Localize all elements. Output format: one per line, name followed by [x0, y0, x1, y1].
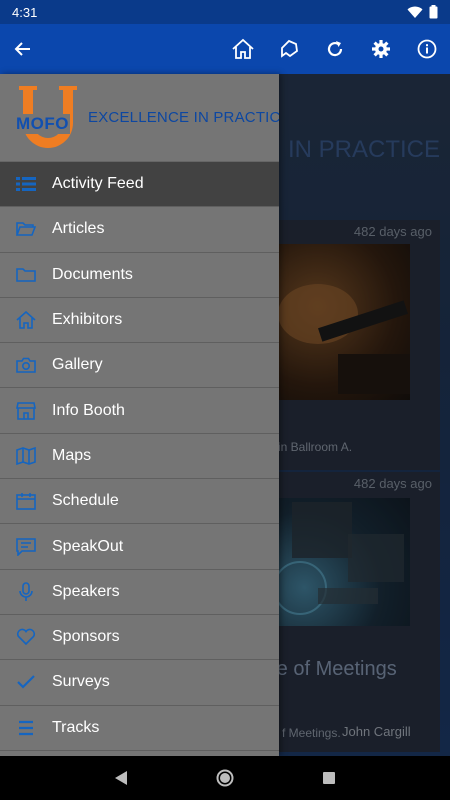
activity-feed-icon [16, 174, 36, 194]
settings-icon [372, 40, 390, 58]
drawer-item-surveys[interactable]: Surveys [0, 660, 279, 706]
drawer-item-label: Speakers [52, 582, 120, 600]
refresh-icon [327, 41, 343, 57]
navigation-drawer: MOFO EXCELLENCE IN PRACTICE Activity Fee… [0, 74, 279, 756]
status-time: 4:31 [12, 4, 38, 20]
drawer-item-gallery[interactable]: Gallery [0, 343, 279, 389]
app-bar [0, 24, 450, 74]
drawer-item-maps[interactable]: Maps [0, 434, 279, 480]
back-arrow-icon [14, 42, 30, 56]
map-icon [16, 446, 36, 466]
drawer-item-label: Maps [52, 446, 92, 464]
drawer-header: MOFO EXCELLENCE IN PRACTICE [0, 74, 279, 162]
drawer-item-label: SpeakOut [52, 537, 124, 555]
drawer-item-sponsors[interactable]: Sponsors [0, 615, 279, 661]
drawer-item-info-booth[interactable]: Info Booth [0, 388, 279, 434]
drawer-item-schedule[interactable]: Schedule [0, 479, 279, 525]
storefront-icon [16, 401, 36, 421]
status-bar: 4:31 [0, 0, 450, 24]
drawer-item-activity-feed[interactable]: Activity Feed [0, 162, 279, 208]
microphone-icon [16, 582, 36, 602]
nav-home-icon[interactable] [216, 769, 234, 787]
heart-icon [16, 627, 36, 647]
drawer-item-label: Info Booth [52, 401, 125, 419]
bookmark-icon [281, 39, 298, 58]
drawer-item-label: Articles [52, 220, 105, 238]
drawer-item-label: Gallery [52, 356, 103, 374]
nav-recents-icon[interactable] [322, 771, 336, 785]
bookmark-button[interactable] [266, 24, 312, 74]
info-button[interactable] [404, 24, 450, 74]
battery-icon [429, 5, 438, 19]
refresh-button[interactable] [312, 24, 358, 74]
home-icon [16, 310, 36, 330]
drawer-item-speakout[interactable]: SpeakOut [0, 524, 279, 570]
drawer-item-label: Tracks [52, 718, 100, 736]
drawer-item-speakers[interactable]: Speakers [0, 570, 279, 615]
logo: MOFO [15, 83, 80, 153]
list-icon [16, 718, 36, 738]
chat-icon [16, 537, 36, 557]
check-icon [16, 672, 36, 692]
drawer-item-label: Schedule [52, 492, 119, 510]
logo-mark-text: MOFO [15, 113, 70, 134]
drawer-item-label: Activity Feed [52, 175, 144, 193]
folder-open-icon [16, 219, 36, 239]
logo-tagline: EXCELLENCE IN PRACTICE [88, 109, 279, 126]
camera-icon [16, 355, 36, 375]
calendar-icon [16, 491, 36, 511]
drawer-item-exhibitors[interactable]: Exhibitors [0, 298, 279, 344]
folder-icon [16, 265, 36, 285]
drawer-item-label: Documents [52, 265, 133, 283]
drawer-item-documents[interactable]: Documents [0, 253, 279, 298]
home-button[interactable] [220, 24, 266, 74]
drawer-item-label: Exhibitors [52, 311, 123, 329]
nav-back-icon[interactable] [114, 770, 128, 786]
home-icon [232, 38, 254, 59]
settings-button[interactable] [358, 24, 404, 74]
wifi-icon [407, 6, 423, 18]
drawer-item-label: Surveys [52, 673, 110, 691]
drawer-scrim[interactable] [279, 74, 450, 756]
back-button[interactable] [0, 24, 44, 74]
drawer-item-tracks[interactable]: Tracks [0, 706, 279, 751]
info-icon [417, 39, 437, 59]
drawer-item-articles[interactable]: Articles [0, 207, 279, 253]
system-nav-bar [0, 756, 450, 800]
drawer-item-label: Sponsors [52, 628, 120, 646]
